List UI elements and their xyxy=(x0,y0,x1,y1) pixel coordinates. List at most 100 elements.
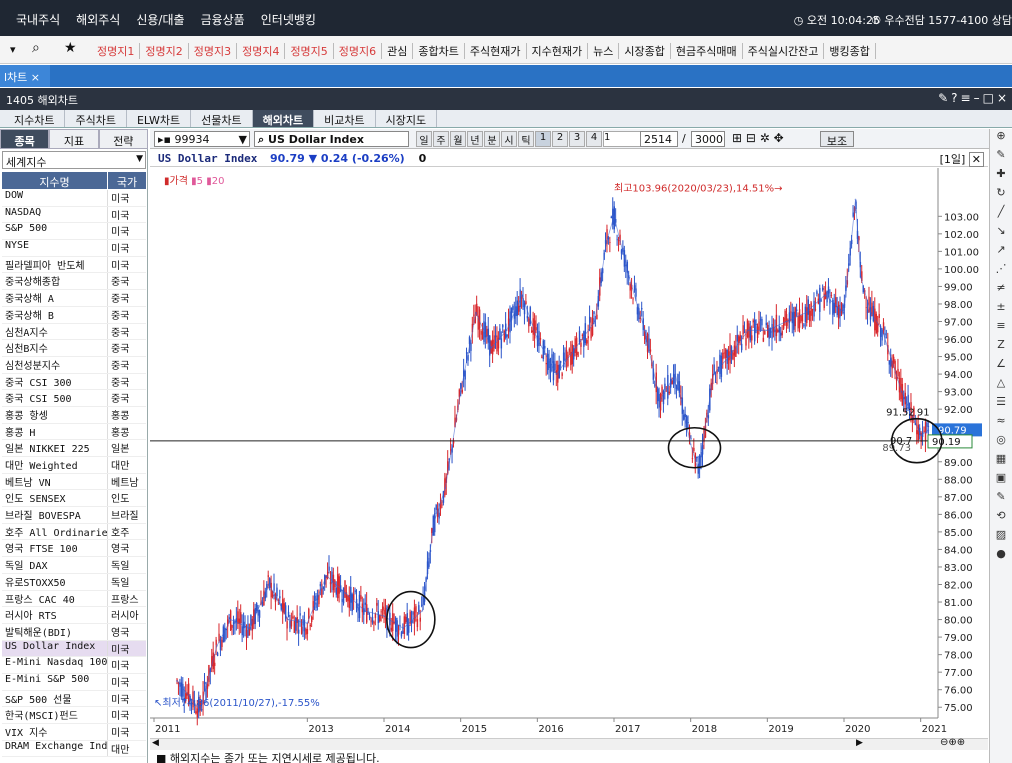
quick-menu-item[interactable]: 주식실시간잔고 xyxy=(743,43,825,59)
list-item[interactable]: 베트남 VN 베트남 xyxy=(2,473,146,491)
chevron-down-icon[interactable]: ▼ xyxy=(136,154,143,164)
fib-icon[interactable]: ≡ xyxy=(990,319,1012,338)
quick-menu-item[interactable]: 종합차트 xyxy=(413,43,465,59)
symbol-name-field[interactable]: ⌕ US Dollar Index xyxy=(254,131,409,147)
scroll-left-icon[interactable]: ◀ xyxy=(152,738,159,748)
list-item[interactable]: E-Mini S&P 500 미국 xyxy=(2,673,146,691)
period-button[interactable]: 분 xyxy=(484,131,500,147)
cross-icon[interactable]: ± xyxy=(990,300,1012,319)
zoom-icons[interactable]: ⊖⊕⊕ xyxy=(940,737,965,748)
period-button[interactable]: 일 xyxy=(416,131,432,147)
list-item[interactable]: 호주 All Ordinaries 호주 xyxy=(2,523,146,541)
quick-menu-item[interactable]: 정명지1 xyxy=(92,43,141,59)
tab-indicators[interactable]: 지표 xyxy=(49,129,99,149)
list-item[interactable]: NYSE 미국 xyxy=(2,240,146,257)
multiplier-button[interactable]: 3 xyxy=(569,131,585,147)
period-button[interactable]: 시 xyxy=(501,131,517,147)
quick-menu-item[interactable]: 주식현재가 xyxy=(465,43,527,59)
assist-button[interactable]: 보조 xyxy=(820,131,854,148)
menu-item-internet-banking[interactable]: 인터넷뱅킹 xyxy=(253,11,324,28)
tab-items[interactable]: 종목 xyxy=(0,129,50,149)
list-item[interactable]: 홍콩 H 홍콩 xyxy=(2,423,146,441)
menu-item-credit-loan[interactable]: 신용/대출 xyxy=(128,11,192,28)
star-icon[interactable]: ★ xyxy=(64,40,77,56)
bars-icon[interactable]: ☰ xyxy=(990,395,1012,414)
list-item[interactable]: E-Mini Nasdaq 100 미국 xyxy=(2,657,146,674)
fan-icon[interactable]: ⋰ xyxy=(990,262,1012,281)
wave-icon[interactable]: ≈ xyxy=(990,414,1012,433)
chart-tab[interactable]: 주식차트 xyxy=(65,110,127,127)
multiplier-button[interactable]: 2 xyxy=(552,131,568,147)
grid-icon[interactable]: ▦ xyxy=(990,452,1012,471)
list-item[interactable]: 일본 NIKKEI 225 일본 xyxy=(2,440,146,457)
save-icon[interactable]: ▨ xyxy=(990,528,1012,547)
list-item[interactable]: 발틱해운(BDI) 영국 xyxy=(2,623,146,641)
chevron-down-icon[interactable]: ▾ xyxy=(10,43,16,56)
chart-tab[interactable]: 해외차트 xyxy=(252,110,315,127)
list-item[interactable]: 홍콩 항셍 홍콩 xyxy=(2,406,146,424)
chart-tab[interactable]: 선물차트 xyxy=(191,110,253,127)
pencil-icon[interactable]: ✎ xyxy=(990,148,1012,167)
scroll-right-icon[interactable]: ▶ xyxy=(856,738,863,748)
close-icon[interactable]: ✕ xyxy=(968,152,984,167)
list-item[interactable]: S&P 500 미국 xyxy=(2,223,146,241)
list-item[interactable]: VIX 지수 미국 xyxy=(2,724,146,741)
period-button[interactable]: 년 xyxy=(467,131,483,147)
list-item[interactable]: 유로STOXX50 독일 xyxy=(2,573,146,591)
quick-menu-item[interactable]: 현금주식매매 xyxy=(671,43,743,59)
quick-menu-item[interactable]: 지수현재가 xyxy=(527,43,589,59)
multiplier-button[interactable]: 4 xyxy=(586,131,602,147)
chart-tab[interactable]: 비교차트 xyxy=(314,110,376,127)
price-chart[interactable]: ▮가격 ▮5 ▮20 75.00 76.00 77.00 78.00 79.00 80.0… xyxy=(150,168,988,738)
circle-icon[interactable]: ● xyxy=(990,547,1012,566)
tool-icon[interactable]: ✚ xyxy=(990,167,1012,186)
list-item[interactable]: 심천성분지수 중국 xyxy=(2,356,146,374)
undo-icon[interactable]: ⟲ xyxy=(990,509,1012,528)
search-icon[interactable]: ⌕ xyxy=(258,133,264,146)
document-tab[interactable]: l차트 × xyxy=(0,65,50,87)
image-icon[interactable]: ▣ xyxy=(990,471,1012,490)
list-item[interactable]: 심천A지수 중국 xyxy=(2,323,146,341)
quick-menu-item[interactable]: 정명지6 xyxy=(334,43,383,59)
pin-icon[interactable]: ⊕ xyxy=(990,129,1012,148)
quick-menu-item[interactable]: 관심 xyxy=(382,43,414,59)
list-item[interactable]: 브라질 BOVESPA 브라질 xyxy=(2,507,146,524)
chart-tab[interactable]: 지수차트 xyxy=(4,110,66,127)
edit-icon[interactable]: ✎ xyxy=(990,490,1012,509)
angle-icon[interactable]: ∠ xyxy=(990,357,1012,376)
list-item[interactable]: NASDAQ 미국 xyxy=(2,206,146,224)
list-item[interactable]: 중국 CSI 500 중국 xyxy=(2,390,146,407)
window-controls[interactable]: ✎?≡–□× xyxy=(938,91,1010,105)
list-item[interactable]: S&P 500 선물 미국 xyxy=(2,690,146,708)
list-item[interactable]: 중국상해 A 중국 xyxy=(2,290,146,307)
list-item[interactable]: 중국상해종합 중국 xyxy=(2,273,146,291)
list-item[interactable]: DRAM Exchange Index 대만 xyxy=(2,740,146,758)
quick-menu-item[interactable]: 뱅킹종합 xyxy=(824,43,876,59)
quick-menu-item[interactable]: 정명지4 xyxy=(237,43,286,59)
line-icon[interactable]: ╱ xyxy=(990,205,1012,224)
tab-strategy[interactable]: 전략 xyxy=(98,129,148,149)
list-item[interactable]: 중국상해 B 중국 xyxy=(2,306,146,324)
menu-item-financial-products[interactable]: 금융상품 xyxy=(193,11,253,28)
period-button[interactable]: 주 xyxy=(433,131,449,147)
list-item[interactable]: 러시아 RTS 러시아 xyxy=(2,607,146,624)
quick-menu-item[interactable]: 뉴스 xyxy=(588,43,620,59)
list-item[interactable]: 한국(MSCI)펀드 미국 xyxy=(2,707,146,724)
quick-menu-item[interactable]: 시장종합 xyxy=(619,43,671,59)
list-item[interactable]: 인도 SENSEX 인도 xyxy=(2,490,146,508)
menu-item-domestic-stock[interactable]: 국내주식 xyxy=(8,11,68,28)
multiplier-button[interactable]: 1 xyxy=(535,131,551,147)
code-input[interactable]: ▸▪ 99934 ▼ xyxy=(154,131,250,147)
list-item[interactable]: 독일 DAX 독일 xyxy=(2,557,146,574)
cursor-icon[interactable]: ↻ xyxy=(990,186,1012,205)
list-item[interactable]: 심천B지수 중국 xyxy=(2,340,146,357)
chart-tab[interactable]: ELW차트 xyxy=(127,110,192,127)
ray-icon[interactable]: ↗ xyxy=(990,243,1012,262)
quick-menu-item[interactable]: 정명지5 xyxy=(285,43,334,59)
list-item[interactable]: 프랑스 CAC 40 프랑스 xyxy=(2,590,146,608)
list-item[interactable]: 중국 CSI 300 중국 xyxy=(2,373,146,391)
quick-menu-item[interactable]: 정명지2 xyxy=(140,43,189,59)
chart-scrollbar[interactable]: ◀ ▶ ⊖⊕⊕ xyxy=(150,737,988,750)
count-input[interactable]: 2514 xyxy=(640,131,678,147)
period-button[interactable]: 월 xyxy=(450,131,466,147)
